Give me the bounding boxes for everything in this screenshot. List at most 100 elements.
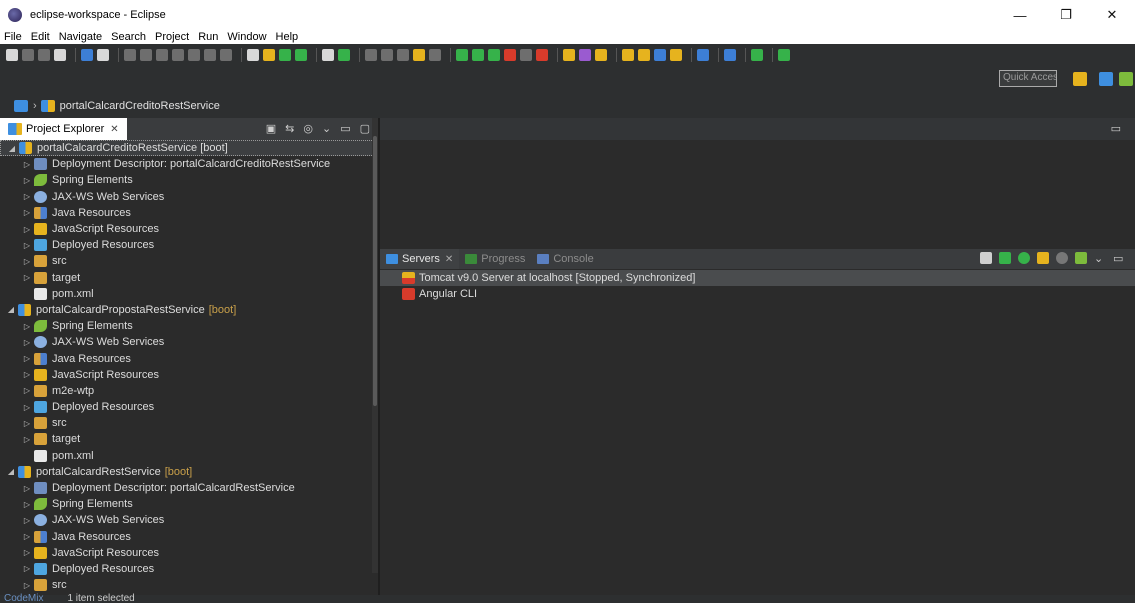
minimize-button[interactable]: — — [997, 0, 1043, 30]
collapsed-arrow-icon[interactable]: ▷ — [22, 564, 32, 573]
collapsed-arrow-icon[interactable]: ▷ — [22, 176, 32, 185]
debug-server-icon[interactable] — [999, 252, 1011, 264]
collapsed-arrow-icon[interactable]: ▷ — [22, 581, 32, 590]
open-resource-icon[interactable] — [638, 49, 650, 61]
focus-icon[interactable]: ◎ — [303, 122, 313, 135]
collapsed-arrow-icon[interactable]: ▷ — [22, 160, 32, 169]
collapsed-arrow-icon[interactable]: ▷ — [22, 419, 32, 428]
collapsed-arrow-icon[interactable]: ▷ — [22, 532, 32, 541]
back-icon[interactable] — [397, 49, 409, 61]
menu-window[interactable]: Window — [227, 31, 266, 43]
coverage-icon[interactable] — [488, 49, 500, 61]
terminal-icon[interactable] — [81, 49, 93, 61]
task-icon[interactable] — [295, 49, 307, 61]
tree-item[interactable]: ◢ portalCalcardCreditoRestService [boot] — [0, 140, 378, 157]
profile-server-icon[interactable] — [1037, 252, 1049, 264]
java-ee-perspective-icon[interactable] — [1073, 72, 1087, 86]
view-menu-icon[interactable]: ⌄ — [1094, 252, 1106, 265]
globe-icon[interactable] — [697, 49, 709, 61]
tree-item[interactable]: ▷ Deployment Descriptor: portalCalcardCre… — [0, 156, 378, 172]
open-type-hierarchy-icon[interactable] — [622, 49, 634, 61]
collapsed-arrow-icon[interactable]: ▷ — [22, 370, 32, 379]
tree-item[interactable]: ▷ JAX-WS Web Services — [0, 334, 378, 350]
start-server-icon[interactable] — [1018, 252, 1030, 264]
people-icon[interactable] — [724, 49, 736, 61]
tree-item[interactable]: ◢ portalCalcardPropostaRestService [boot] — [0, 302, 378, 318]
open-type-icon[interactable] — [279, 49, 291, 61]
new-server-icon[interactable] — [563, 49, 575, 61]
tree-item[interactable]: ▷ Java Resources — [0, 205, 378, 221]
resume-icon[interactable] — [124, 49, 136, 61]
tree-item[interactable]: ▷ src — [0, 415, 378, 431]
pin-icon[interactable] — [381, 49, 393, 61]
disconnect-icon[interactable] — [172, 49, 184, 61]
menu-edit[interactable]: Edit — [31, 31, 50, 43]
stop-server-icon[interactable] — [1056, 252, 1068, 264]
mark-icon[interactable] — [338, 49, 350, 61]
codemix-status[interactable]: CodeMix — [4, 593, 43, 603]
menu-file[interactable]: File — [4, 31, 22, 43]
collapsed-arrow-icon[interactable]: ▷ — [22, 484, 32, 493]
collapse-all-icon[interactable]: ▣ — [266, 122, 276, 135]
link-with-editor-icon[interactable]: ⇆ — [285, 122, 294, 135]
collapsed-arrow-icon[interactable]: ▷ — [22, 273, 32, 282]
close-button[interactable]: ✕ — [1089, 0, 1135, 30]
maximize-icon[interactable]: ▢ — [360, 122, 370, 135]
collapsed-arrow-icon[interactable]: ▷ — [22, 257, 32, 266]
menu-search[interactable]: Search — [111, 31, 146, 43]
tab-project-explorer[interactable]: Project Explorer ✕ — [0, 118, 127, 140]
scrollbar-thumb[interactable] — [373, 136, 377, 406]
tree-item[interactable]: ▷ Spring Elements — [0, 318, 378, 334]
annotation-icon[interactable] — [365, 49, 377, 61]
save-icon[interactable] — [22, 49, 34, 61]
server-row-tomcat[interactable]: Tomcat v9.0 Server at localhost [Stopped… — [380, 270, 1135, 286]
tree-item[interactable]: ▷ src — [0, 577, 378, 593]
run-config-icon[interactable] — [504, 49, 516, 61]
tree-item[interactable]: ▷ Spring Elements — [0, 496, 378, 512]
close-icon[interactable]: ✕ — [110, 124, 118, 135]
debug-icon[interactable] — [456, 49, 468, 61]
console-icon[interactable] — [247, 49, 259, 61]
tree-item[interactable]: ▷ JAX-WS Web Services — [0, 189, 378, 205]
workspace-icon[interactable] — [14, 100, 28, 112]
tab-console[interactable]: Console — [531, 249, 599, 269]
forward-arrow-icon[interactable] — [429, 49, 441, 61]
collapsed-arrow-icon[interactable]: ▷ — [22, 386, 32, 395]
collapsed-arrow-icon[interactable]: ▷ — [22, 208, 32, 217]
open-perspective-icon[interactable] — [54, 49, 66, 61]
collapsed-arrow-icon[interactable]: ▷ — [22, 435, 32, 444]
run-icon[interactable] — [472, 49, 484, 61]
new-icon[interactable] — [6, 49, 18, 61]
menu-project[interactable]: Project — [155, 31, 189, 43]
tree-item[interactable]: ▷ JavaScript Resources — [0, 367, 378, 383]
back-arrow-icon[interactable] — [413, 49, 425, 61]
collapsed-arrow-icon[interactable]: ▷ — [22, 338, 32, 347]
search-icon[interactable] — [654, 49, 666, 61]
collapsed-arrow-icon[interactable]: ▷ — [22, 354, 32, 363]
tree-item[interactable]: ▷ Java Resources — [0, 529, 378, 545]
menu-help[interactable]: Help — [276, 31, 299, 43]
tree-item[interactable]: ▷ Deployed Resources — [0, 561, 378, 577]
quick-access-field[interactable]: Quick Access — [999, 70, 1057, 87]
step-over-icon[interactable] — [204, 49, 216, 61]
perspective-green-icon[interactable] — [778, 49, 790, 61]
collapse-all-icon[interactable] — [980, 252, 992, 264]
step-into-icon[interactable] — [188, 49, 200, 61]
terminate-icon[interactable] — [156, 49, 168, 61]
close-icon[interactable]: ✕ — [445, 254, 453, 265]
maximize-button[interactable]: ❐ — [1043, 0, 1089, 30]
collapsed-arrow-icon[interactable]: ▷ — [22, 322, 32, 331]
tree-item[interactable]: ▷ JavaScript Resources — [0, 221, 378, 237]
save-all-icon[interactable] — [38, 49, 50, 61]
minimize-icon[interactable]: ▭ — [1113, 252, 1125, 265]
tree-item[interactable]: ▷ src — [0, 253, 378, 269]
tree-item[interactable]: ▷ m2e-wtp — [0, 383, 378, 399]
collapsed-arrow-icon[interactable]: ▷ — [22, 225, 32, 234]
tab-progress[interactable]: Progress — [459, 249, 531, 269]
menu-run[interactable]: Run — [198, 31, 218, 43]
tree-item[interactable]: ▷ Deployed Resources — [0, 237, 378, 253]
tree-item[interactable]: ▷ Spring Elements — [0, 172, 378, 188]
tree-item[interactable]: pom.xml — [0, 448, 378, 464]
spring-perspective-icon[interactable] — [1119, 72, 1133, 86]
menu-navigate[interactable]: Navigate — [59, 31, 102, 43]
